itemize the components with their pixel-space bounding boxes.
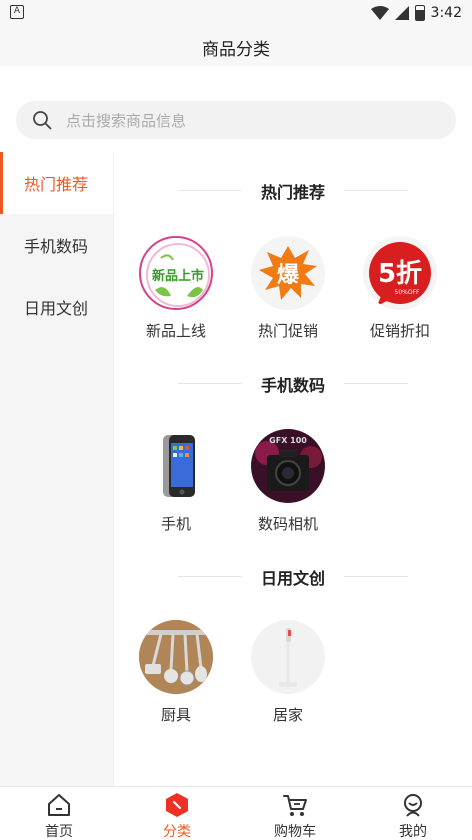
category-item-label: 新品上线 [145, 322, 206, 340]
category-item-label: 居家 [272, 706, 303, 724]
section-title: 日用文创 [260, 569, 325, 588]
section-title: 热门推荐 [260, 183, 325, 202]
section-title: 手机数码 [260, 376, 325, 395]
divider [344, 576, 408, 577]
camera-icon: GFX 100 [251, 429, 325, 503]
search-input[interactable]: 点击搜索商品信息 [16, 101, 456, 139]
home-icon [48, 794, 70, 816]
notification-icon: A [10, 5, 24, 19]
cart-icon [283, 795, 307, 816]
category-item-phone[interactable]: 手机 [126, 429, 226, 539]
search-placeholder: 点击搜索商品信息 [66, 112, 187, 130]
search-area: 点击搜索商品信息 [0, 66, 472, 152]
nav-home[interactable]: 首页 [0, 787, 118, 840]
category-item-kitchenware[interactable]: 厨具 [126, 620, 226, 730]
page-header: 商品分类 [0, 26, 472, 66]
camera-icon-text: GFX 100 [269, 436, 307, 445]
nav-category-label: 分类 [163, 824, 191, 840]
nav-cart[interactable]: 购物车 [236, 787, 354, 840]
home-appliance-icon [251, 620, 325, 694]
status-indicators: 3:42 [370, 3, 462, 23]
discount-icon-text: 5折 [378, 259, 422, 289]
search-icon [33, 111, 52, 130]
category-item-new[interactable]: 新品上市 新品上线 [126, 236, 226, 346]
divider [344, 383, 408, 384]
phone-icon [139, 429, 213, 503]
sidebar-item-label: 日用文创 [24, 299, 89, 318]
category-item-label: 促销折扣 [369, 322, 430, 340]
wifi-icon [370, 6, 389, 20]
sidebar-item-label: 手机数码 [24, 237, 89, 256]
section-header: 日用文创 [114, 561, 472, 591]
signal-icon [394, 6, 409, 20]
sidebar-item-hot[interactable]: 热门推荐 [0, 152, 113, 214]
sidebar-item-daily[interactable]: 日用文创 [0, 276, 113, 338]
battery-icon [414, 5, 425, 21]
hot-sale-icon-text: 爆 [277, 263, 300, 288]
kitchenware-icon [139, 620, 213, 694]
category-item-home[interactable]: 居家 [238, 620, 338, 730]
nav-cart-label: 购物车 [274, 824, 316, 840]
divider [344, 190, 408, 191]
profile-icon [404, 794, 422, 817]
bottom-nav: 首页 分类 购物车 我的 [0, 786, 472, 840]
new-products-icon: 新品上市 [139, 236, 213, 310]
status-time: 3:42 [430, 5, 462, 21]
category-item-hot-sale[interactable]: 爆 热门促销 [238, 236, 338, 346]
category-item-label: 热门促销 [257, 322, 318, 340]
category-item-label: 厨具 [160, 706, 191, 724]
nav-category[interactable]: 分类 [118, 787, 236, 840]
hot-sale-icon: 爆 [251, 236, 325, 310]
category-item-label: 数码相机 [257, 515, 318, 533]
category-sidebar: 热门推荐 手机数码 日用文创 [0, 152, 113, 786]
category-item-discount[interactable]: 5折 50%OFF 促销折扣 [350, 236, 450, 346]
discount-icon: 5折 50%OFF [363, 236, 437, 310]
sidebar-item-label: 热门推荐 [24, 175, 89, 194]
category-icon [166, 793, 188, 817]
discount-icon-subtext: 50%OFF [395, 289, 421, 296]
category-item-label: 手机 [160, 515, 191, 533]
category-item-camera[interactable]: GFX 100 数码相机 [238, 429, 338, 539]
new-products-icon-text: 新品上市 [152, 268, 204, 284]
category-content: 热门推荐 新品上市 新品上线 爆 热门促销 5折 50%OFF 促销折扣 手机数… [114, 152, 472, 786]
page-title: 商品分类 [202, 40, 270, 60]
nav-profile[interactable]: 我的 [354, 787, 472, 840]
section-header: 热门推荐 [114, 175, 472, 205]
section-header: 手机数码 [114, 368, 472, 398]
sidebar-item-digital[interactable]: 手机数码 [0, 214, 113, 276]
nav-profile-label: 我的 [399, 824, 427, 840]
status-bar: A 3:42 [0, 0, 472, 26]
nav-home-label: 首页 [45, 824, 73, 840]
